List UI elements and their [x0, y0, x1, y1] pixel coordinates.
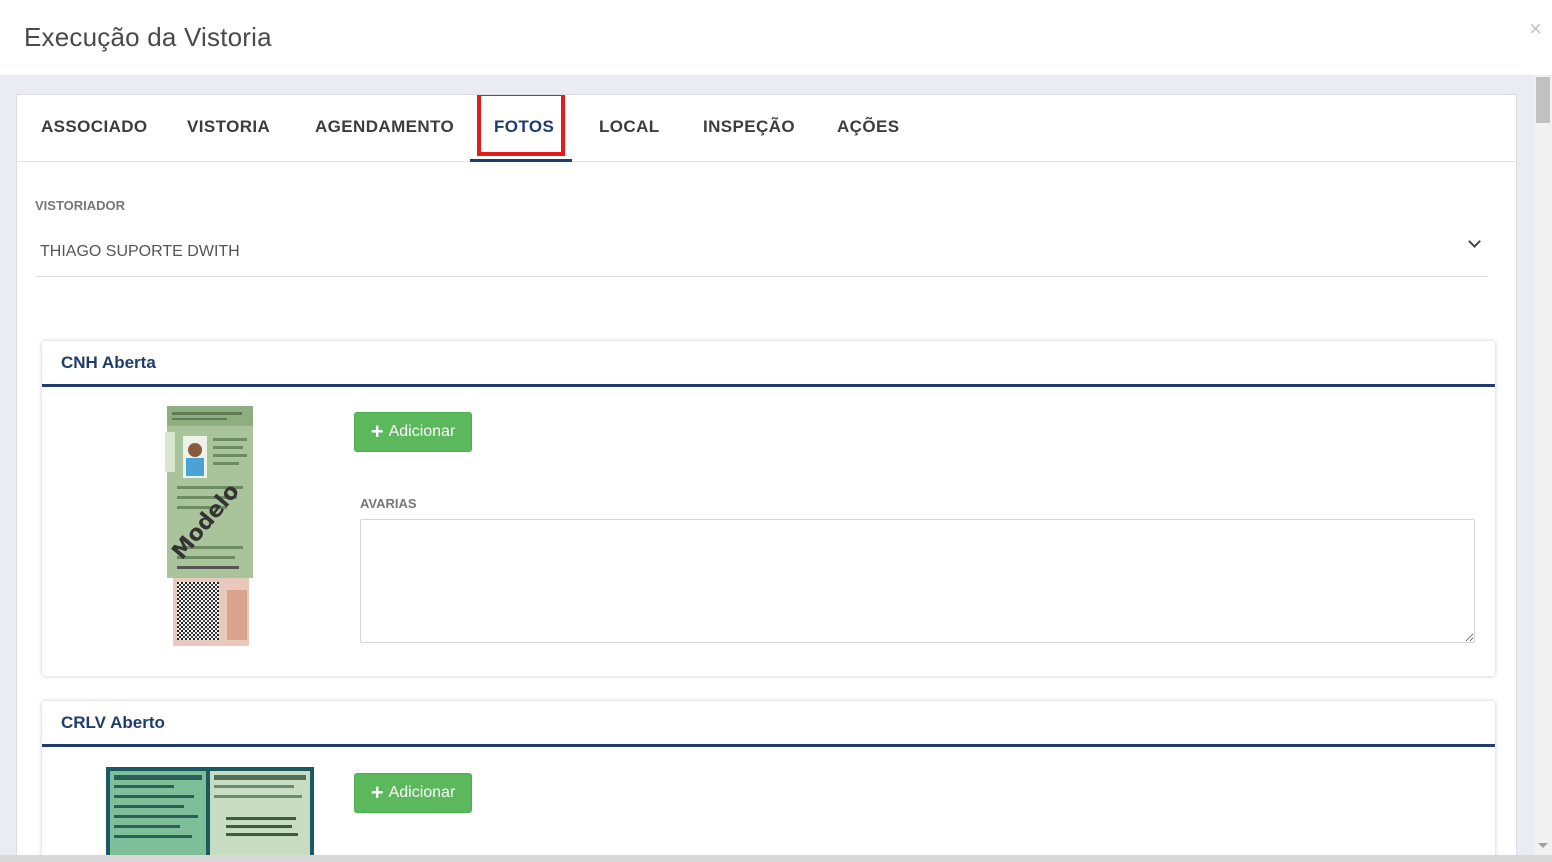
- tab-associado[interactable]: ASSOCIADO: [41, 117, 148, 137]
- scrollbar-thumb[interactable]: [1536, 77, 1550, 123]
- add-photo-button[interactable]: + Adicionar: [354, 773, 472, 813]
- tab-inspecao[interactable]: INSPEÇÃO: [703, 117, 795, 137]
- active-tab-indicator: [470, 159, 572, 162]
- section-header: CRLV Aberto: [42, 701, 1495, 747]
- vistoriador-label: VISTORIADOR: [35, 198, 126, 213]
- tab-agendamento[interactable]: AGENDAMENTO: [315, 117, 454, 137]
- tab-highlight-box: [477, 95, 565, 156]
- tab-vistoria[interactable]: VISTORIA: [187, 117, 270, 137]
- scroll-down-arrow-icon[interactable]: [1538, 843, 1548, 848]
- vistoriador-select[interactable]: THIAGO SUPORTE DWITH: [35, 229, 1487, 277]
- tab-bar: ASSOCIADO VISTORIA AGENDAMENTO FOTOS LOC…: [17, 95, 1516, 162]
- add-button-label: Adicionar: [388, 423, 456, 440]
- tab-local[interactable]: LOCAL: [599, 117, 660, 137]
- avarias-label: AVARIAS: [360, 496, 417, 511]
- cnh-photo-thumbnail[interactable]: Modelo: [165, 406, 255, 646]
- avarias-textarea[interactable]: [360, 519, 1475, 643]
- photo-section-crlv: CRLV Aberto + Adicionar: [42, 701, 1495, 861]
- bottom-strip: [0, 855, 1552, 862]
- photo-section-cnh: CNH Aberta Modelo + Adicionar AVARIAS: [42, 341, 1495, 676]
- modal-header: Execução da Vistoria ×: [0, 0, 1552, 75]
- plus-icon: +: [370, 419, 384, 444]
- tab-acoes[interactable]: AÇÕES: [837, 117, 899, 137]
- vistoriador-value: THIAGO SUPORTE DWITH: [40, 243, 240, 260]
- crlv-photo-thumbnail[interactable]: [106, 767, 314, 861]
- section-title: CNH Aberta: [61, 353, 156, 372]
- modal-title: Execução da Vistoria: [24, 22, 272, 52]
- close-icon[interactable]: ×: [1529, 18, 1542, 40]
- vistoria-card: ASSOCIADO VISTORIA AGENDAMENTO FOTOS LOC…: [16, 94, 1517, 862]
- add-photo-button[interactable]: + Adicionar: [354, 412, 472, 452]
- add-button-label: Adicionar: [388, 784, 456, 801]
- section-header: CNH Aberta: [42, 341, 1495, 387]
- plus-icon: +: [370, 780, 384, 805]
- chevron-down-icon: [1468, 235, 1481, 248]
- section-title: CRLV Aberto: [61, 713, 165, 732]
- scrollbar[interactable]: [1534, 75, 1552, 862]
